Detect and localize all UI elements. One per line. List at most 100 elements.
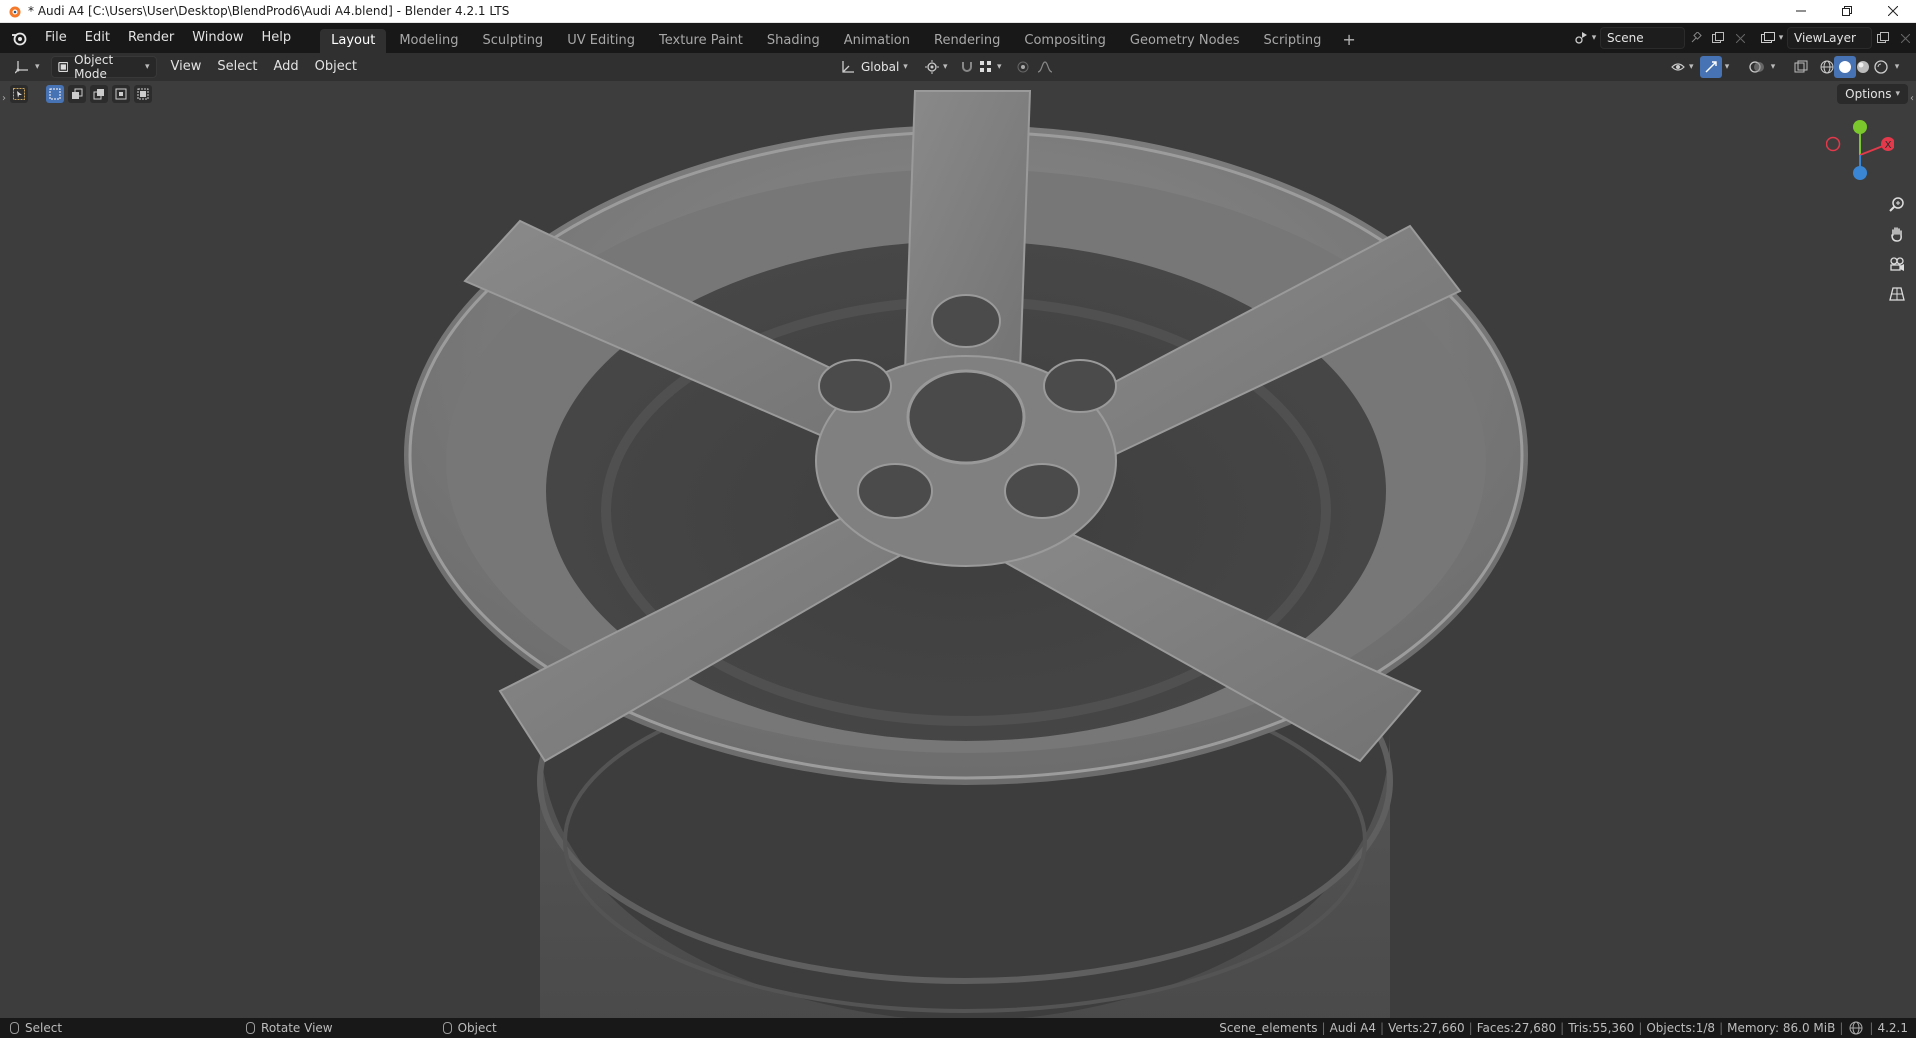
tab-uv-editing[interactable]: UV Editing (556, 29, 646, 53)
ortho-persp-toggle[interactable] (1884, 281, 1910, 307)
close-icon (1735, 33, 1745, 43)
tab-scripting[interactable]: Scripting (1253, 29, 1333, 53)
menu-window[interactable]: Window (183, 27, 252, 49)
tab-rendering[interactable]: Rendering (923, 29, 1011, 53)
close-window-button[interactable] (1870, 0, 1916, 23)
mouse-right-icon (442, 1022, 452, 1034)
zoom-button[interactable] (1884, 191, 1910, 217)
duplicate-icon (1712, 32, 1724, 43)
menu-view[interactable]: View (163, 56, 210, 78)
select-difference-icon (115, 88, 127, 100)
snap-target-dropdown[interactable]: ▾ (972, 56, 1009, 78)
select-mode-subtract[interactable] (90, 85, 108, 103)
view-layer-icon (1760, 32, 1775, 43)
tab-shading[interactable]: Shading (756, 29, 831, 53)
new-scene-button[interactable] (1707, 27, 1729, 49)
orientation-global-icon (842, 61, 854, 73)
tab-layout[interactable]: Layout (320, 29, 387, 53)
mouse-middle-icon (246, 1022, 256, 1034)
overlays-toggle[interactable] (1746, 56, 1768, 78)
blender-app-icon (9, 6, 21, 18)
select-subtract-icon (93, 89, 104, 100)
status-hint-object: Object (442, 1021, 497, 1035)
delete-scene-button[interactable] (1729, 27, 1751, 49)
select-mode-difference[interactable] (112, 85, 130, 103)
select-mode-extend[interactable] (68, 85, 86, 103)
navigation-tools (1884, 191, 1910, 307)
window-title: * Audi A4 [C:\Users\User\Desktop\BlendPr… (28, 4, 510, 18)
pin-scene-button[interactable] (1685, 27, 1707, 49)
menu-file[interactable]: File (36, 27, 76, 49)
menu-add[interactable]: Add (266, 56, 307, 78)
stat-collection: Scene_elements (1219, 1021, 1318, 1035)
axis-z-handle (1853, 166, 1867, 180)
add-workspace-button[interactable]: + (1334, 29, 1363, 53)
transform-orientation-dropdown[interactable]: Global ▾ (834, 56, 915, 78)
tab-animation[interactable]: Animation (833, 29, 921, 53)
gizmo-toggle[interactable] (1700, 56, 1722, 78)
minimize-button[interactable] (1778, 0, 1824, 23)
select-mode-new[interactable] (46, 85, 64, 103)
menu-select[interactable]: Select (209, 56, 265, 78)
camera-icon (1890, 257, 1904, 271)
options-dropdown[interactable]: Options ▾ (1837, 84, 1908, 104)
wheel-model[interactable] (0, 81, 1916, 1018)
orientation-label: Global (861, 60, 900, 74)
proportional-edit-toggle[interactable] (1012, 56, 1034, 78)
restore-button[interactable] (1824, 0, 1870, 23)
tab-texture-paint[interactable]: Texture Paint (648, 29, 754, 53)
axis-x-label: X (1885, 140, 1892, 151)
stat-tris: Tris:55,360 (1568, 1021, 1635, 1035)
pan-button[interactable] (1884, 221, 1910, 247)
menu-edit[interactable]: Edit (76, 27, 119, 49)
view-layer-browse-button[interactable]: ▾ (1757, 27, 1787, 49)
view-layer-name: ViewLayer (1794, 31, 1856, 45)
scene-name-field[interactable]: Scene (1600, 27, 1685, 49)
network-icon[interactable] (1849, 1021, 1863, 1035)
select-mode-toolbar (10, 85, 152, 103)
menu-object[interactable]: Object (307, 56, 365, 78)
shading-dropdown[interactable]: ▾ (1890, 56, 1904, 78)
gizmo-dropdown[interactable]: ▾ (1720, 56, 1734, 78)
pin-icon (1691, 32, 1702, 43)
gizmo-icon (1705, 61, 1717, 73)
xray-toggle[interactable] (1790, 56, 1812, 78)
stat-version: 4.2.1 (1877, 1021, 1908, 1035)
shading-rendered-button[interactable] (1870, 56, 1892, 78)
select-mode-intersect[interactable] (134, 85, 152, 103)
new-view-layer-button[interactable] (1872, 27, 1894, 49)
visibility-dropdown[interactable]: ▾ (1664, 56, 1701, 78)
falloff-curve-icon (1038, 61, 1052, 73)
material-shading-icon (1857, 61, 1869, 73)
delete-view-layer-button[interactable] (1894, 27, 1916, 49)
overlays-dropdown[interactable]: ▾ (1766, 56, 1780, 78)
window-titlebar: * Audi A4 [C:\Users\User\Desktop\BlendPr… (0, 0, 1916, 23)
viewport-header: ▾ Object Mode ▾ View Select Add Object G… (0, 53, 1916, 81)
sidebar-expand-arrow[interactable]: ‹ (1910, 93, 1914, 104)
minimize-icon (1796, 10, 1806, 12)
toolbar-expand-arrow[interactable]: › (2, 93, 6, 104)
close-icon (1888, 6, 1898, 16)
mode-dropdown[interactable]: Object Mode ▾ (50, 53, 157, 81)
blender-logo-icon[interactable] (6, 25, 32, 51)
hint-rotate-label: Rotate View (261, 1021, 333, 1035)
tab-sculpting[interactable]: Sculpting (471, 29, 554, 53)
select-extend-icon (72, 88, 83, 99)
select-tool-button[interactable] (10, 85, 28, 103)
3d-viewport[interactable]: › ‹ Options ▾ X (0, 81, 1916, 1018)
navigation-gizmo[interactable]: X (1826, 117, 1894, 185)
tab-geometry-nodes[interactable]: Geometry Nodes (1119, 29, 1251, 53)
proportional-falloff-dropdown[interactable] (1034, 56, 1056, 78)
scene-browse-button[interactable]: ▾ (1570, 27, 1600, 49)
scene-name: Scene (1607, 31, 1644, 45)
camera-view-button[interactable] (1884, 251, 1910, 277)
proportional-icon (1017, 61, 1029, 73)
tab-compositing[interactable]: Compositing (1013, 29, 1117, 53)
view-layer-field[interactable]: ViewLayer (1787, 27, 1872, 49)
menu-help[interactable]: Help (253, 27, 301, 49)
editor-type-dropdown[interactable]: ▾ (8, 56, 47, 78)
tab-modeling[interactable]: Modeling (388, 29, 469, 53)
pivot-point-dropdown[interactable]: ▾ (918, 56, 955, 78)
menu-render[interactable]: Render (119, 27, 183, 49)
object-mode-icon (57, 62, 68, 72)
